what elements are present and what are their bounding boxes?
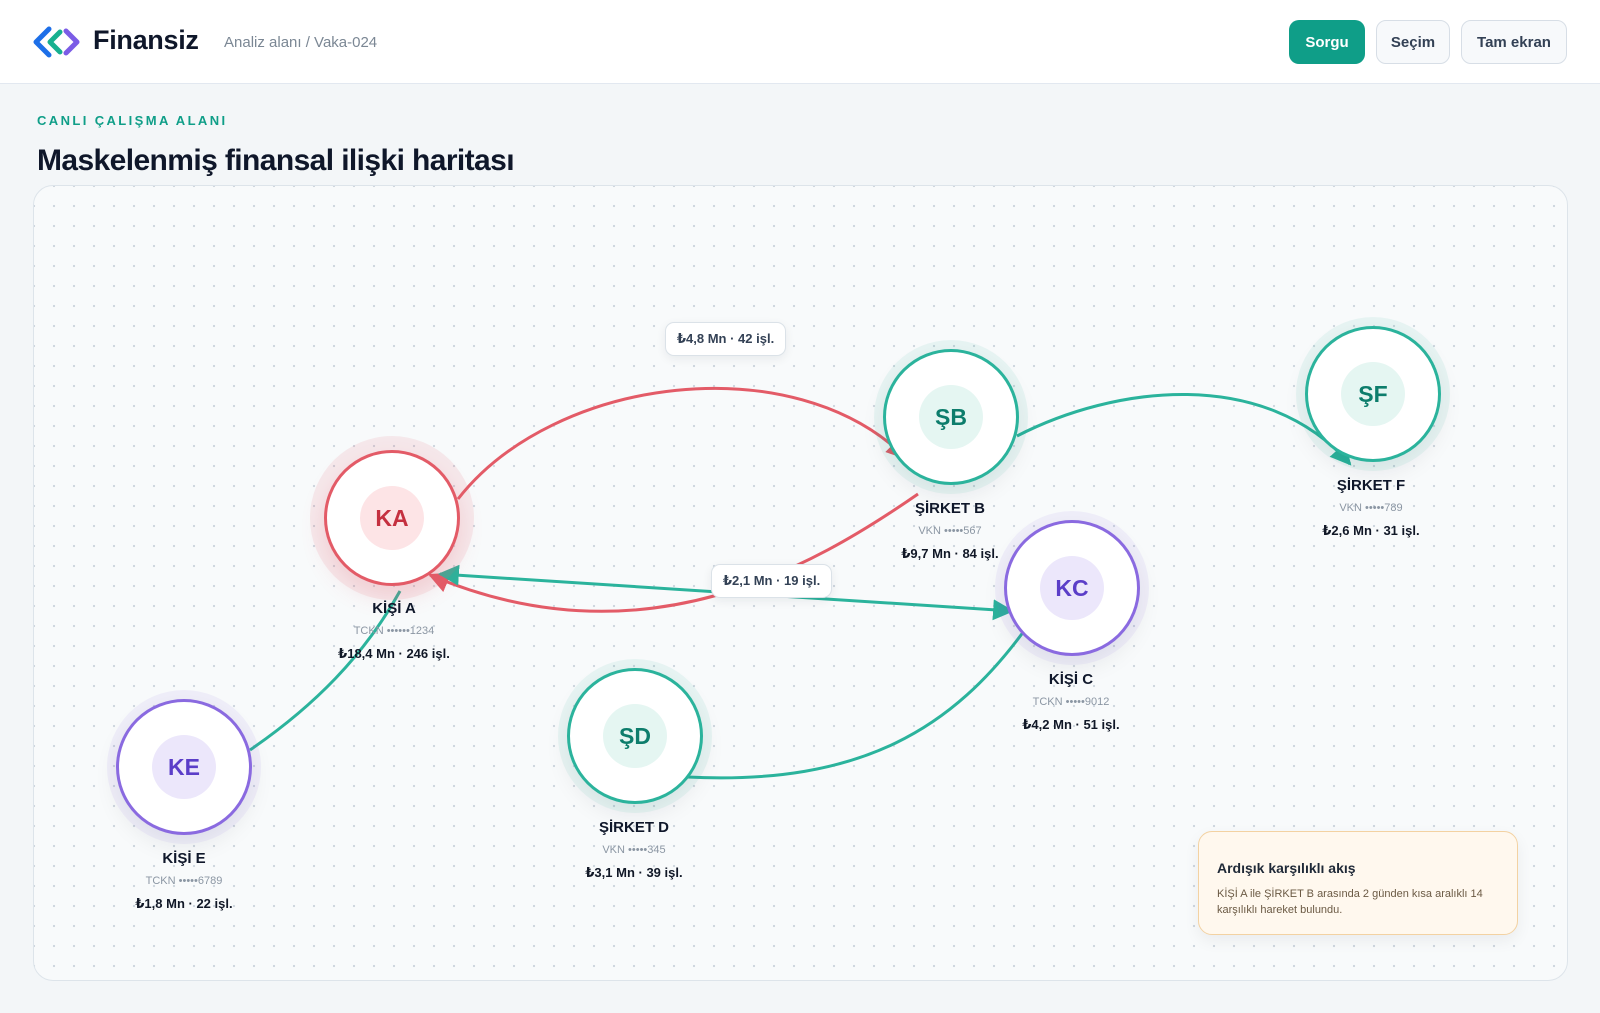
node-label-sirket-d: ŞİRKET D VKN •••••345 ₺3,1 Mn · 39 işl. [524, 819, 744, 881]
node-label-kisi-e: KİŞİ E TCKN •••••6789 ₺1,8 Mn · 22 işl. [74, 850, 294, 912]
node-masked-id: TCKN •••••9012 [1032, 696, 1110, 708]
node-masked-id: TCKN ••••••1234 [353, 625, 435, 637]
node-label-kisi-c: KİŞİ C TCKN •••••9012 ₺4,2 Mn · 51 işl. [961, 671, 1181, 733]
node-name: KİŞİ E [162, 850, 206, 867]
alert-title: Ardışık karşılıklı akış [1217, 860, 1356, 876]
node-initials: KC [1040, 556, 1104, 620]
top-bar: Finansiz Analiz alanı / Vaka-024 Sorgu S… [0, 0, 1600, 84]
node-name: ŞİRKET D [598, 819, 669, 836]
edge-label-ka-sb[interactable]: ₺4,8 Mn · 42 işl. [665, 322, 787, 356]
page-title: Maskelenmiş finansal ilişki haritası [37, 144, 515, 177]
node-label-kisi-a: KİŞİ A TCKN ••••••1234 ₺18,4 Mn · 246 iş… [284, 600, 504, 662]
finansiz-logo-icon[interactable] [33, 26, 81, 58]
node-sirket-b[interactable]: ŞB [883, 349, 1019, 485]
node-name: KİŞİ C [1048, 671, 1094, 688]
node-masked-id: VKN •••••789 [1339, 502, 1403, 514]
node-name: KİŞİ A [372, 600, 416, 617]
alert-body: KİŞİ A ile ŞİRKET B arasında 2 günden kı… [1217, 888, 1483, 916]
edge-label-kc-ka[interactable]: ₺2,1 Mn · 19 işl. [711, 564, 833, 598]
section-eyebrow: CANLI ÇALIŞMA ALANI [37, 113, 228, 128]
node-initials: KE [152, 735, 216, 799]
pattern-alert-card[interactable]: Ardışık karşılıklı akış KİŞİ A ile ŞİRKE… [1198, 831, 1518, 935]
node-label-sirket-f: ŞİRKET F VKN •••••789 ₺2,6 Mn · 31 işl. [1261, 477, 1481, 539]
node-name: ŞİRKET B [914, 500, 985, 517]
node-sirket-f[interactable]: ŞF [1305, 326, 1441, 462]
brand-name[interactable]: Finansiz [93, 25, 199, 56]
query-button[interactable]: Sorgu [1289, 20, 1365, 64]
fullscreen-button[interactable]: Tam ekran [1461, 20, 1567, 64]
node-name: ŞİRKET F [1336, 477, 1406, 494]
node-summary: ₺1,8 Mn · 22 işl. [135, 896, 233, 911]
node-summary: ₺2,6 Mn · 31 işl. [1322, 523, 1420, 538]
breadcrumb: Analiz alanı / Vaka-024 [224, 34, 378, 51]
node-masked-id: VKN •••••345 [602, 844, 666, 856]
node-masked-id: TCKN •••••6789 [145, 875, 223, 887]
selection-button[interactable]: Seçim [1376, 20, 1450, 64]
edge-sb-sf[interactable] [1016, 393, 1352, 466]
graph-canvas[interactable]: ₺4,8 Mn · 42 işl. ₺2,1 Mn · 19 işl. KA K… [33, 185, 1568, 981]
node-summary: ₺4,2 Mn · 51 işl. [1022, 717, 1120, 732]
node-kisi-a[interactable]: KA [324, 450, 460, 586]
node-initials: KA [360, 486, 424, 550]
node-sirket-d[interactable]: ŞD [567, 668, 703, 804]
node-kisi-c[interactable]: KC [1004, 520, 1140, 656]
node-summary: ₺3,1 Mn · 39 işl. [585, 865, 683, 880]
node-initials: ŞB [919, 385, 983, 449]
node-initials: ŞF [1341, 362, 1405, 426]
node-summary: ₺18,4 Mn · 246 işl. [338, 646, 450, 661]
edge-ka-sb[interactable] [456, 386, 908, 500]
node-initials: ŞD [603, 704, 667, 768]
node-kisi-e[interactable]: KE [116, 699, 252, 835]
